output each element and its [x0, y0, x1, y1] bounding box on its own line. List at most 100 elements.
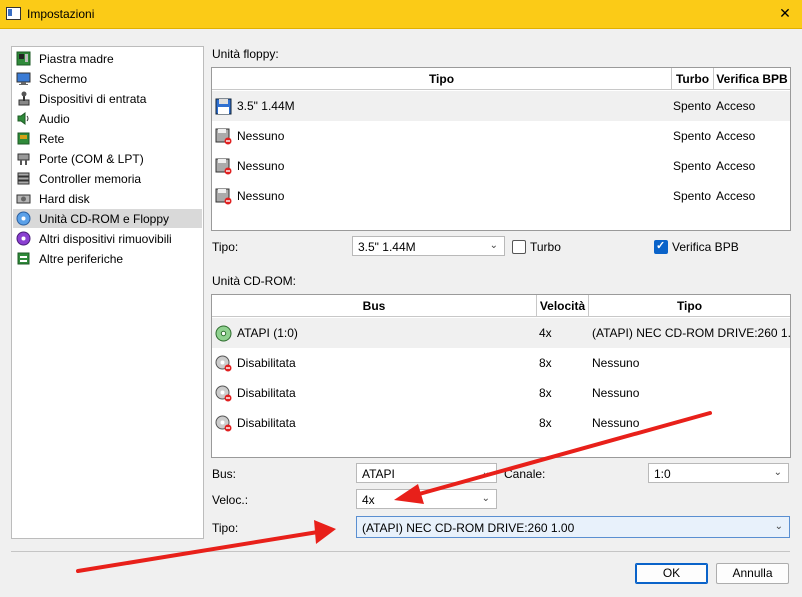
sidebar-item-motherboard[interactable]: Piastra madre [13, 49, 202, 68]
floppy-turbo-checkbox[interactable] [512, 240, 526, 254]
floppy-disabled-icon [215, 158, 232, 175]
cdrom-bus-cell: Disabilitata [237, 386, 296, 400]
cdrom-speed-cell: 4x [539, 326, 552, 340]
title-bar: Impostazioni ✕ [0, 0, 802, 29]
floppy-bpb-cell: Acceso [716, 189, 756, 203]
floppy-icon [215, 98, 232, 115]
floppy-type-select[interactable]: 3.5" 1.44M ⌄ [352, 236, 505, 256]
motherboard-icon [16, 51, 31, 66]
floppy-bpb-cell: Acceso [716, 129, 756, 143]
chevron-down-icon: ⌄ [774, 521, 783, 532]
floppy-turbo-cell: Spento [673, 129, 712, 143]
cancel-button[interactable]: Annulla [716, 563, 789, 584]
cdrom-speed-cell: 8x [539, 356, 552, 370]
floppy-col-type[interactable]: Tipo [212, 68, 672, 90]
floppy-type-cell: Nessuno [237, 129, 285, 143]
chevron-down-icon: ⌄ [481, 493, 490, 504]
floppy-table: Tipo Turbo Verifica BPB 3.5" 1.44M Spent… [211, 67, 791, 231]
close-icon[interactable]: ✕ [774, 3, 796, 23]
cdrom-type-cell: Nessuno [592, 356, 640, 370]
table-row[interactable]: Disabilitata 8x Nessuno [212, 408, 790, 438]
sidebar-item-storage-controllers[interactable]: Controller memoria [13, 169, 202, 188]
floppy-section-label: Unità floppy: [212, 47, 279, 61]
sidebar-item-network[interactable]: Rete [13, 129, 202, 148]
sidebar-item-label: Piastra madre [39, 52, 114, 66]
cdrom-bus-cell: ATAPI (1:0) [237, 326, 298, 340]
sidebar-item-label: Dispositivi di entrata [39, 92, 147, 106]
table-row[interactable]: Nessuno Spento Acceso [212, 121, 790, 151]
floppy-bpb-label: Verifica BPB [672, 240, 739, 254]
sidebar-item-label: Porte (COM & LPT) [39, 152, 144, 166]
cdrom-type-select[interactable]: (ATAPI) NEC CD-ROM DRIVE:260 1.00 ⌄ [356, 516, 790, 538]
cdrom-type-cell: Nessuno [592, 386, 640, 400]
table-row[interactable]: Nessuno Spento Acceso [212, 151, 790, 181]
floppy-bpb-cell: Acceso [716, 159, 756, 173]
network-icon [17, 132, 30, 145]
footer-separator [11, 551, 790, 552]
floppy-type-cell: Nessuno [237, 159, 285, 173]
sidebar-item-input-devices[interactable]: Dispositivi di entrata [13, 89, 202, 108]
cdrom-bus-select[interactable]: ATAPI ⌄ [356, 463, 497, 483]
floppy-type-cell: 3.5" 1.44M [237, 99, 295, 113]
floppy-col-turbo[interactable]: Turbo [672, 68, 714, 90]
sidebar-item-label: Controller memoria [39, 172, 142, 186]
sidebar-item-label: Rete [39, 132, 65, 146]
floppy-turbo-cell: Spento [673, 99, 712, 113]
cdrom-table: Bus Velocità Tipo ATAPI (1:0) 4x (ATAPI)… [211, 294, 791, 458]
floppy-bpb-checkbox[interactable] [654, 239, 668, 254]
floppy-bpb-cell: Acceso [716, 99, 756, 113]
window-title: Impostazioni [27, 7, 95, 21]
cd-disabled-icon [215, 415, 232, 432]
speaker-icon [17, 112, 29, 125]
cdrom-type-cell: Nessuno [592, 416, 640, 430]
table-row[interactable]: Disabilitata 8x Nessuno [212, 378, 790, 408]
table-row[interactable]: Disabilitata 8x Nessuno [212, 348, 790, 378]
cdrom-col-type[interactable]: Tipo [589, 295, 790, 317]
table-row[interactable]: ATAPI (1:0) 4x (ATAPI) NEC CD-ROM DRIVE:… [212, 318, 790, 348]
sidebar-item-display[interactable]: Schermo [13, 69, 202, 88]
table-row[interactable]: Nessuno Spento Acceso [212, 181, 790, 211]
cdrom-section-label: Unità CD-ROM: [212, 274, 297, 288]
cdrom-speed-cell: 8x [539, 416, 552, 430]
sidebar-item-removable-devices[interactable]: Altri dispositivi rimuovibili [13, 229, 202, 248]
sidebar-item-label: Audio [39, 112, 70, 126]
floppy-turbo-label: Turbo [530, 240, 561, 254]
sidebar-item-label: Altre periferiche [39, 252, 124, 266]
cdrom-bus-cell: Disabilitata [237, 356, 296, 370]
sidebar-item-label: Altri dispositivi rimuovibili [39, 232, 172, 246]
cdrom-channel-label: Canale: [504, 467, 546, 481]
sidebar-item-hard-disk[interactable]: Hard disk [13, 189, 202, 208]
cdrom-channel-select[interactable]: 1:0 ⌄ [648, 463, 789, 483]
cdrom-bus-cell: Disabilitata [237, 416, 296, 430]
cdrom-floppy-icon [16, 211, 31, 226]
sidebar-item-label: Unità CD-ROM e Floppy [39, 212, 170, 226]
cdrom-type-cell: (ATAPI) NEC CD-ROM DRIVE:260 1.00 [592, 326, 791, 340]
floppy-turbo-cell: Spento [673, 189, 712, 203]
ok-button[interactable]: OK [635, 563, 708, 584]
storage-controller-icon [17, 172, 30, 185]
floppy-type-cell: Nessuno [237, 189, 285, 203]
sidebar-item-audio[interactable]: Audio [13, 109, 202, 128]
table-row[interactable]: 3.5" 1.44M Spento Acceso [212, 91, 790, 121]
chevron-down-icon: ⌄ [773, 467, 782, 478]
cdrom-speed-select[interactable]: 4x ⌄ [356, 489, 497, 509]
sidebar-item-cdrom-floppy[interactable]: Unità CD-ROM e Floppy [13, 209, 202, 228]
floppy-disabled-icon [215, 128, 232, 145]
peripherals-icon [17, 252, 30, 265]
floppy-type-label: Tipo: [212, 240, 239, 254]
cdrom-col-speed[interactable]: Velocità [537, 295, 589, 317]
removable-device-icon [16, 231, 31, 246]
app-window-icon [6, 7, 21, 20]
cdrom-speed-label: Veloc.: [212, 493, 249, 507]
port-icon [17, 153, 30, 165]
sidebar-item-ports[interactable]: Porte (COM & LPT) [13, 149, 202, 168]
floppy-turbo-cell: Spento [673, 159, 712, 173]
cd-icon [215, 325, 232, 342]
cd-disabled-icon [215, 355, 232, 372]
monitor-icon [16, 72, 31, 85]
sidebar-item-other-peripherals[interactable]: Altre periferiche [13, 249, 202, 268]
floppy-col-bpb[interactable]: Verifica BPB [714, 68, 790, 90]
sidebar-item-label: Hard disk [39, 192, 90, 206]
cdrom-speed-cell: 8x [539, 386, 552, 400]
cdrom-col-bus[interactable]: Bus [212, 295, 537, 317]
